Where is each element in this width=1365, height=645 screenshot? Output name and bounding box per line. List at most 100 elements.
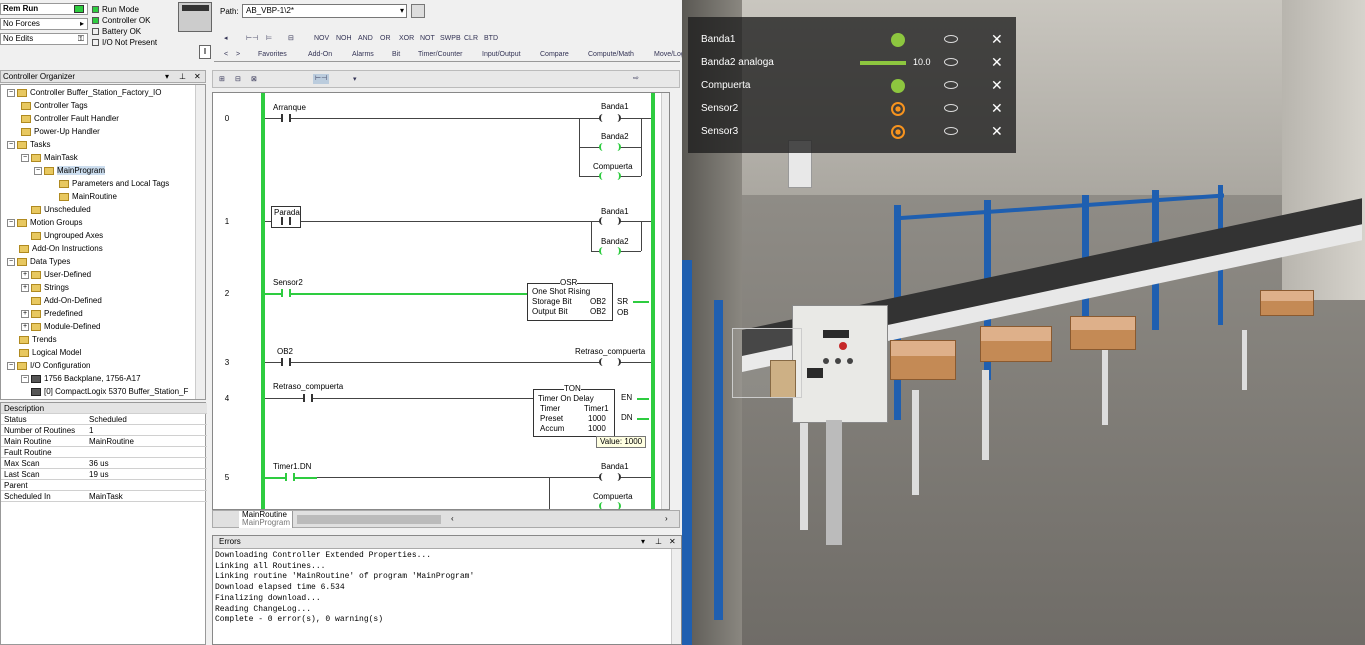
collapse-icon[interactable]: − bbox=[21, 374, 29, 383]
reset-button[interactable] bbox=[835, 358, 841, 364]
tab-addon[interactable]: Add-On bbox=[308, 50, 332, 60]
ladder-tool-icon[interactable]: ⊟ bbox=[235, 75, 241, 85]
eye-icon[interactable] bbox=[944, 35, 958, 43]
close-icon[interactable]: ✕ bbox=[991, 101, 1003, 115]
collapse-icon[interactable]: − bbox=[7, 361, 15, 370]
sensor-indicator[interactable] bbox=[891, 125, 905, 139]
collapse-icon[interactable]: − bbox=[34, 166, 42, 175]
tree-node-io-config[interactable]: − I/O Configuration bbox=[7, 360, 90, 372]
tree-node-predefined[interactable]: + Predefined bbox=[21, 308, 83, 320]
close-icon[interactable]: ✕ bbox=[991, 124, 1003, 138]
tab-scroll-left-icon[interactable]: < bbox=[224, 50, 228, 60]
controller-mode[interactable]: Rem Run bbox=[0, 3, 88, 15]
ladder-scrollbar[interactable] bbox=[661, 93, 669, 509]
tab-alarms[interactable]: Alarms bbox=[352, 50, 374, 60]
tab-move-logical[interactable]: Move/Logical bbox=[654, 50, 682, 60]
mnem-7[interactable]: CLR bbox=[464, 34, 478, 44]
otl-coil[interactable] bbox=[599, 473, 621, 481]
controller-icon[interactable] bbox=[178, 2, 212, 32]
tree-node-maintask[interactable]: − MainTask bbox=[21, 152, 78, 164]
tab-input-output[interactable]: Input/Output bbox=[482, 50, 521, 60]
mnem-5[interactable]: NOT bbox=[420, 34, 435, 44]
expand-icon[interactable]: + bbox=[21, 270, 29, 279]
edits-status[interactable]: No Edits ⚿ bbox=[0, 33, 88, 45]
xic-contact[interactable] bbox=[281, 358, 291, 366]
tree-node-trends[interactable]: Trends bbox=[19, 334, 57, 346]
tree-node-strings[interactable]: + Strings bbox=[21, 282, 69, 294]
sensor-indicator[interactable] bbox=[891, 102, 905, 116]
xic-contact[interactable] bbox=[285, 473, 295, 481]
horizontal-scrollbar[interactable] bbox=[297, 515, 441, 524]
tree-node-module-defined[interactable]: + Module-Defined bbox=[21, 321, 100, 333]
branch-icon[interactable]: ⊨ bbox=[266, 34, 272, 44]
expand-icon[interactable]: + bbox=[21, 322, 29, 331]
organizer-menu-icon[interactable]: ▾ bbox=[165, 71, 169, 82]
expand-icon[interactable]: + bbox=[21, 283, 29, 292]
errors-menu-icon[interactable]: ▾ bbox=[641, 536, 645, 548]
ladder-tool-icon[interactable]: ⊠ bbox=[251, 75, 257, 85]
stop-button[interactable] bbox=[839, 342, 847, 350]
collapse-icon[interactable]: − bbox=[7, 218, 15, 227]
tab-bit[interactable]: Bit bbox=[392, 50, 400, 60]
mnem-0[interactable]: NOV bbox=[314, 34, 329, 44]
forward-icon[interactable]: ⇨ bbox=[633, 74, 639, 84]
eye-icon[interactable] bbox=[944, 104, 958, 112]
tree-node-logical-model[interactable]: Logical Model bbox=[19, 347, 81, 359]
tree-node-mainprogram[interactable]: − MainProgram bbox=[34, 165, 106, 177]
scroll-right-icon[interactable]: › bbox=[665, 514, 668, 523]
organizer-close-icon[interactable]: ✕ bbox=[194, 71, 201, 82]
ladder-tool-icon[interactable]: ⊢⊣ bbox=[313, 74, 330, 84]
mnem-3[interactable]: OR bbox=[380, 34, 391, 44]
eye-icon[interactable] bbox=[944, 58, 958, 66]
tree-node-powerup-handler[interactable]: Power-Up Handler bbox=[21, 126, 100, 138]
close-icon[interactable]: ✕ bbox=[991, 55, 1003, 69]
back-icon[interactable]: ◂ bbox=[224, 34, 228, 44]
factory-io-viewport[interactable]: Banda1 ✕ Banda2 analoga 10.0 ✕ Compuerta… bbox=[682, 0, 1365, 645]
ote-coil[interactable] bbox=[599, 143, 621, 151]
collapse-icon[interactable]: − bbox=[7, 88, 15, 97]
ote-coil[interactable] bbox=[599, 358, 621, 366]
mode-button[interactable] bbox=[847, 358, 853, 364]
tab-compute-math[interactable]: Compute/Math bbox=[588, 50, 634, 60]
otu-coil[interactable] bbox=[599, 217, 621, 225]
xic-contact[interactable] bbox=[303, 394, 313, 402]
tree-node-compactlogix[interactable]: [0] CompactLogix 5370 Buffer_Station_F bbox=[31, 386, 188, 398]
rung-icon[interactable]: ⊢⊣ bbox=[246, 34, 258, 44]
errors-pin-icon[interactable]: ⊥ bbox=[655, 536, 662, 548]
tree-node-user-defined[interactable]: + User-Defined bbox=[21, 269, 91, 281]
actuator-on-indicator[interactable] bbox=[891, 33, 905, 47]
tree-node-data-types[interactable]: − Data Types bbox=[7, 256, 70, 268]
tree-node-addon-instr[interactable]: Add-On Instructions bbox=[19, 243, 103, 255]
errors-scrollbar[interactable] bbox=[671, 549, 681, 644]
tab-scroll-right-icon[interactable]: > bbox=[236, 50, 240, 60]
tree-node-unscheduled[interactable]: Unscheduled bbox=[31, 204, 91, 216]
osr-block[interactable]: OSR One Shot Rising Storage Bit OB2 Outp… bbox=[527, 278, 613, 321]
tree-node-mainroutine[interactable]: MainRoutine bbox=[59, 191, 117, 203]
tab-favorites[interactable]: Favorites bbox=[258, 50, 287, 60]
tab-compare[interactable]: Compare bbox=[540, 50, 569, 60]
mnem-6[interactable]: SWPB bbox=[440, 34, 461, 44]
close-icon[interactable]: ✕ bbox=[991, 32, 1003, 46]
tree-node-controller-tags[interactable]: Controller Tags bbox=[21, 100, 88, 112]
mnem-8[interactable]: BTD bbox=[484, 34, 498, 44]
collapse-icon[interactable]: − bbox=[7, 257, 15, 266]
otu-coil[interactable] bbox=[599, 247, 621, 255]
collapse-icon[interactable]: − bbox=[7, 140, 15, 149]
tab-timer-counter[interactable]: Timer/Counter bbox=[418, 50, 462, 60]
ladder-editor[interactable]: 0 Arranque Banda1 Banda2 Compuerta 1 Par… bbox=[212, 92, 670, 510]
ton-block[interactable]: TON Timer On Delay Timer Timer1 Preset 1… bbox=[533, 384, 615, 437]
tree-node-addon-defined[interactable]: Add-On-Defined bbox=[31, 295, 102, 307]
tree-node-tasks[interactable]: − Tasks bbox=[7, 139, 50, 151]
analog-slider-track[interactable] bbox=[860, 61, 906, 65]
tree-node-controller[interactable]: − Controller Buffer_Station_Factory_IO bbox=[7, 87, 161, 99]
ote-coil[interactable] bbox=[599, 172, 621, 180]
collapse-icon[interactable]: − bbox=[21, 153, 29, 162]
scroll-left-icon[interactable]: ‹ bbox=[451, 514, 454, 523]
forces-status[interactable]: No Forces ▸ bbox=[0, 18, 88, 30]
tree-node-backplane[interactable]: − 1756 Backplane, 1756-A17 bbox=[21, 373, 141, 385]
ladder-tool-icon[interactable]: ⊞ bbox=[219, 75, 225, 85]
mnem-1[interactable]: NOH bbox=[336, 34, 352, 44]
ote-coil[interactable] bbox=[599, 114, 621, 122]
network-icon[interactable] bbox=[411, 4, 425, 18]
mnem-4[interactable]: XOR bbox=[399, 34, 414, 44]
